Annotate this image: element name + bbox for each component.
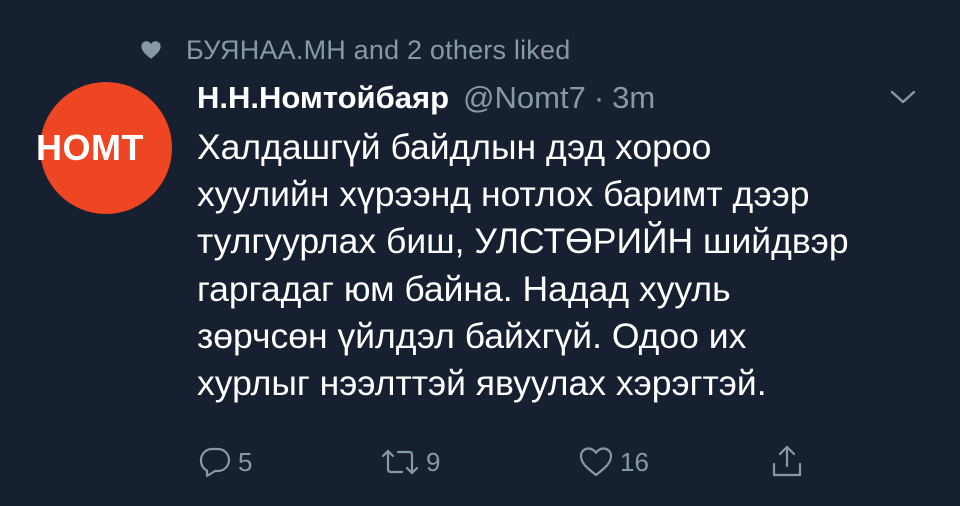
tweet-header: Н.Н.Номтойбаяр @Nomt7 · 3m	[197, 78, 655, 118]
share-icon	[770, 444, 804, 480]
retweet-icon	[380, 445, 420, 479]
reply-icon	[198, 445, 232, 479]
author-handle[interactable]: @Nomt7	[463, 80, 586, 116]
retweet-button[interactable]: 9	[380, 440, 440, 484]
reply-count: 5	[238, 446, 253, 477]
avatar-logo-text: НОМТ	[36, 127, 144, 168]
tweet-actions: 5 9 16	[0, 440, 960, 484]
retweet-count: 9	[426, 446, 441, 477]
tweet-card[interactable]: БУЯНАА.МН and 2 others liked НОМТ Н.Н.Но…	[0, 0, 960, 506]
separator-dot: ·	[593, 80, 605, 115]
tweet-text-line: хурлыг нээлттэй явуулах хэрэгтэй.	[197, 363, 767, 404]
tweet-text: Халдашгүй байдлын дэд хороо хуулийн хүрэ…	[197, 124, 937, 407]
heart-outline-icon	[578, 445, 614, 479]
tweet-timestamp[interactable]: 3m	[612, 80, 655, 116]
tweet-text-line: Халдашгүй байдлын дэд хороо	[197, 127, 712, 167]
social-context-text: БУЯНАА.МН and 2 others liked	[186, 34, 571, 65]
tweet-text-line: хуулийн хүрээнд нотлох баримт дээр	[197, 174, 810, 215]
chevron-down-icon[interactable]	[888, 86, 918, 108]
tweet-text-line: гаргадаг юм байна. Надад хууль	[197, 268, 731, 309]
social-context: БУЯНАА.МН and 2 others liked	[140, 34, 570, 66]
heart-icon	[140, 39, 162, 61]
tweet-text-line: зөрчсөн үйлдэл байхгүй. Одоо их	[197, 315, 747, 356]
like-button[interactable]: 16	[578, 440, 649, 484]
avatar[interactable]: НОМТ	[36, 82, 172, 214]
tweet-text-line: тулгуурлах биш, УЛСТӨРИЙН шийдвэр	[197, 221, 849, 262]
author-display-name[interactable]: Н.Н.Номтойбаяр	[197, 80, 449, 116]
share-button[interactable]	[770, 440, 804, 484]
like-count: 16	[620, 446, 649, 477]
reply-button[interactable]: 5	[198, 440, 252, 484]
